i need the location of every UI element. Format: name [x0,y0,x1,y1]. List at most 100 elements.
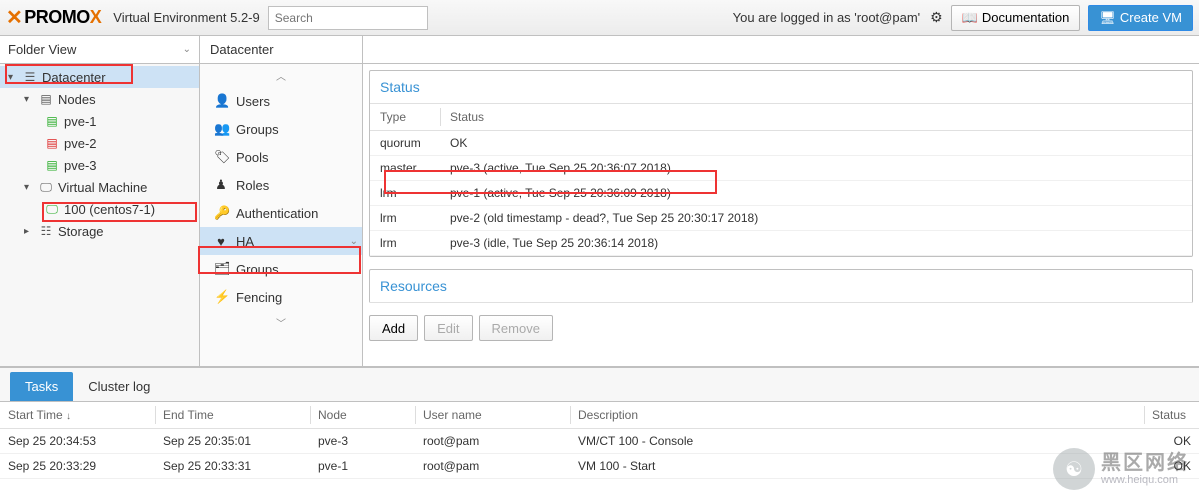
status-value: pve-3 (idle, Tue Sep 25 20:36:14 2018) [440,231,1192,256]
key-icon: 🔑 [214,205,228,221]
node-offline-icon: ▤ [44,136,60,150]
vm-running-icon: 🖵 [44,202,60,217]
tree-label: Datacenter [42,70,106,85]
tree-node-pve2[interactable]: ▤ pve-2 [0,132,199,154]
config-label: Groups [236,122,279,137]
status-col-type[interactable]: Type [370,104,440,131]
scroll-down-button[interactable]: ﹀ [200,311,362,334]
tree-node-pve3[interactable]: ▤ pve-3 [0,154,199,176]
cell-desc: VM 100 - Start [570,454,1144,479]
config-fencing[interactable]: ⚡Fencing [200,283,362,311]
status-col-status[interactable]: Status [440,104,1192,131]
status-row[interactable]: lrmpve-3 (idle, Tue Sep 25 20:36:14 2018… [370,231,1192,256]
cell-desc: VM/CT 100 - Console [570,429,1144,454]
status-row[interactable]: masterpve-3 (active, Tue Sep 25 20:36:07… [370,156,1192,181]
status-value: pve-1 (active, Tue Sep 25 20:36:09 2018) [440,181,1192,206]
sort-desc-icon: ↓ [66,411,71,422]
logo-mark-icon: ✕ [6,5,22,30]
status-value: OK [440,131,1192,156]
documentation-button[interactable]: 📖 Documentation [951,5,1081,31]
user-icon: 👤 [214,93,228,109]
status-type: lrm [370,206,440,231]
gear-icon[interactable]: ⚙ [930,9,943,26]
col-node[interactable]: Node [310,402,415,429]
documentation-label: Documentation [982,10,1069,25]
vm-group-icon: 🖵 [38,180,54,195]
search-input[interactable] [268,6,428,30]
storage-icon: ☷ [38,224,54,238]
config-roles[interactable]: ♟Roles [200,171,362,199]
status-row[interactable]: quorumOK [370,131,1192,156]
config-label: Pools [236,150,269,165]
col-start-time[interactable]: Start Time ↓ [0,402,155,429]
task-row[interactable]: Sep 25 20:33:29 Sep 25 20:33:31 pve-1 ro… [0,454,1199,479]
config-pools[interactable]: 🏷Pools [200,143,362,171]
collapse-icon[interactable]: ▾ [24,182,34,193]
breadcrumb: Datacenter [200,36,362,64]
tree-nodes[interactable]: ▾ ▤ Nodes [0,88,199,110]
tree-label: 100 (centos7-1) [64,202,155,217]
col-end-time[interactable]: End Time [155,402,310,429]
tree-label: Nodes [58,92,96,107]
create-vm-button[interactable]: 🖥 Create VM [1088,5,1193,31]
status-type: lrm [370,181,440,206]
status-value: pve-2 (old timestamp - dead?, Tue Sep 25… [440,206,1192,231]
config-ha[interactable]: ♥HA⌄ [200,227,362,255]
task-row[interactable]: Sep 25 20:34:53 Sep 25 20:35:01 pve-3 ro… [0,429,1199,454]
resources-panel: Resources [369,269,1193,303]
tab-cluster-log[interactable]: Cluster log [73,372,165,401]
tab-tasks[interactable]: Tasks [10,372,73,401]
tree-storage[interactable]: ▸ ☷ Storage [0,220,199,242]
col-user[interactable]: User name [415,402,570,429]
expand-icon[interactable]: ▸ [24,226,34,237]
config-authentication[interactable]: 🔑 Authentication [200,199,362,227]
breadcrumb-label: Datacenter [210,42,274,57]
content-area: Status Type Status quorumOK masterpve-3 … [363,36,1199,366]
cell-start: Sep 25 20:34:53 [0,429,155,454]
logo-text-2: MO [62,7,90,28]
edit-button[interactable]: Edit [424,315,472,341]
config-label: Fencing [236,290,282,305]
login-info: You are logged in as 'root@pam' [733,10,921,25]
remove-button[interactable]: Remove [479,315,553,341]
status-row[interactable]: lrmpve-2 (old timestamp - dead?, Tue Sep… [370,206,1192,231]
scroll-up-button[interactable]: ︿ [200,64,362,87]
cell-end: Sep 25 20:33:31 [155,454,310,479]
tree-label: pve-3 [64,158,97,173]
add-button[interactable]: Add [369,315,418,341]
logo-text-1: PRO [24,7,62,28]
cell-user: root@pam [415,429,570,454]
config-groups[interactable]: 👥 Groups [200,115,362,143]
tree-vm-100[interactable]: 🖵 100 (centos7-1) [0,198,199,220]
tree-label: Virtual Machine [58,180,147,195]
tree-node-pve1[interactable]: ▤ pve-1 [0,110,199,132]
collapse-icon[interactable]: ▾ [8,72,18,83]
config-label: Authentication [236,206,318,221]
cell-node: pve-3 [310,429,415,454]
tree-label: pve-2 [64,136,97,151]
chevron-down-icon: ⌄ [183,44,191,55]
status-value: pve-3 (active, Tue Sep 25 20:36:07 2018) [440,156,1192,181]
server-icon: ▤ [38,92,54,106]
create-vm-label: Create VM [1120,10,1182,25]
config-label: Users [236,94,270,109]
status-panel-title: Status [370,71,1192,104]
tree-virtual-machine[interactable]: ▾ 🖵 Virtual Machine [0,176,199,198]
logo-text-3: X [90,7,102,28]
server-icon: ☰ [22,70,38,84]
status-row[interactable]: lrmpve-1 (active, Tue Sep 25 20:36:09 20… [370,181,1192,206]
config-ha-groups[interactable]: 🗂Groups [200,255,362,283]
col-status[interactable]: Status [1144,402,1199,429]
status-type: quorum [370,131,440,156]
col-description[interactable]: Description [570,402,1144,429]
tree-datacenter[interactable]: ▾ ☰ Datacenter [0,66,199,88]
config-label: Roles [236,178,269,193]
resources-panel-title: Resources [370,270,1192,303]
collapse-icon[interactable]: ▾ [24,94,34,105]
logo: ✕ PROMOX [6,5,101,30]
cell-status: OK [1144,429,1199,454]
config-users[interactable]: 👤 Users [200,87,362,115]
users-icon: 👥 [214,121,228,137]
group-icon: 🗂 [214,261,228,277]
view-selector[interactable]: Folder View ⌄ [0,36,199,64]
